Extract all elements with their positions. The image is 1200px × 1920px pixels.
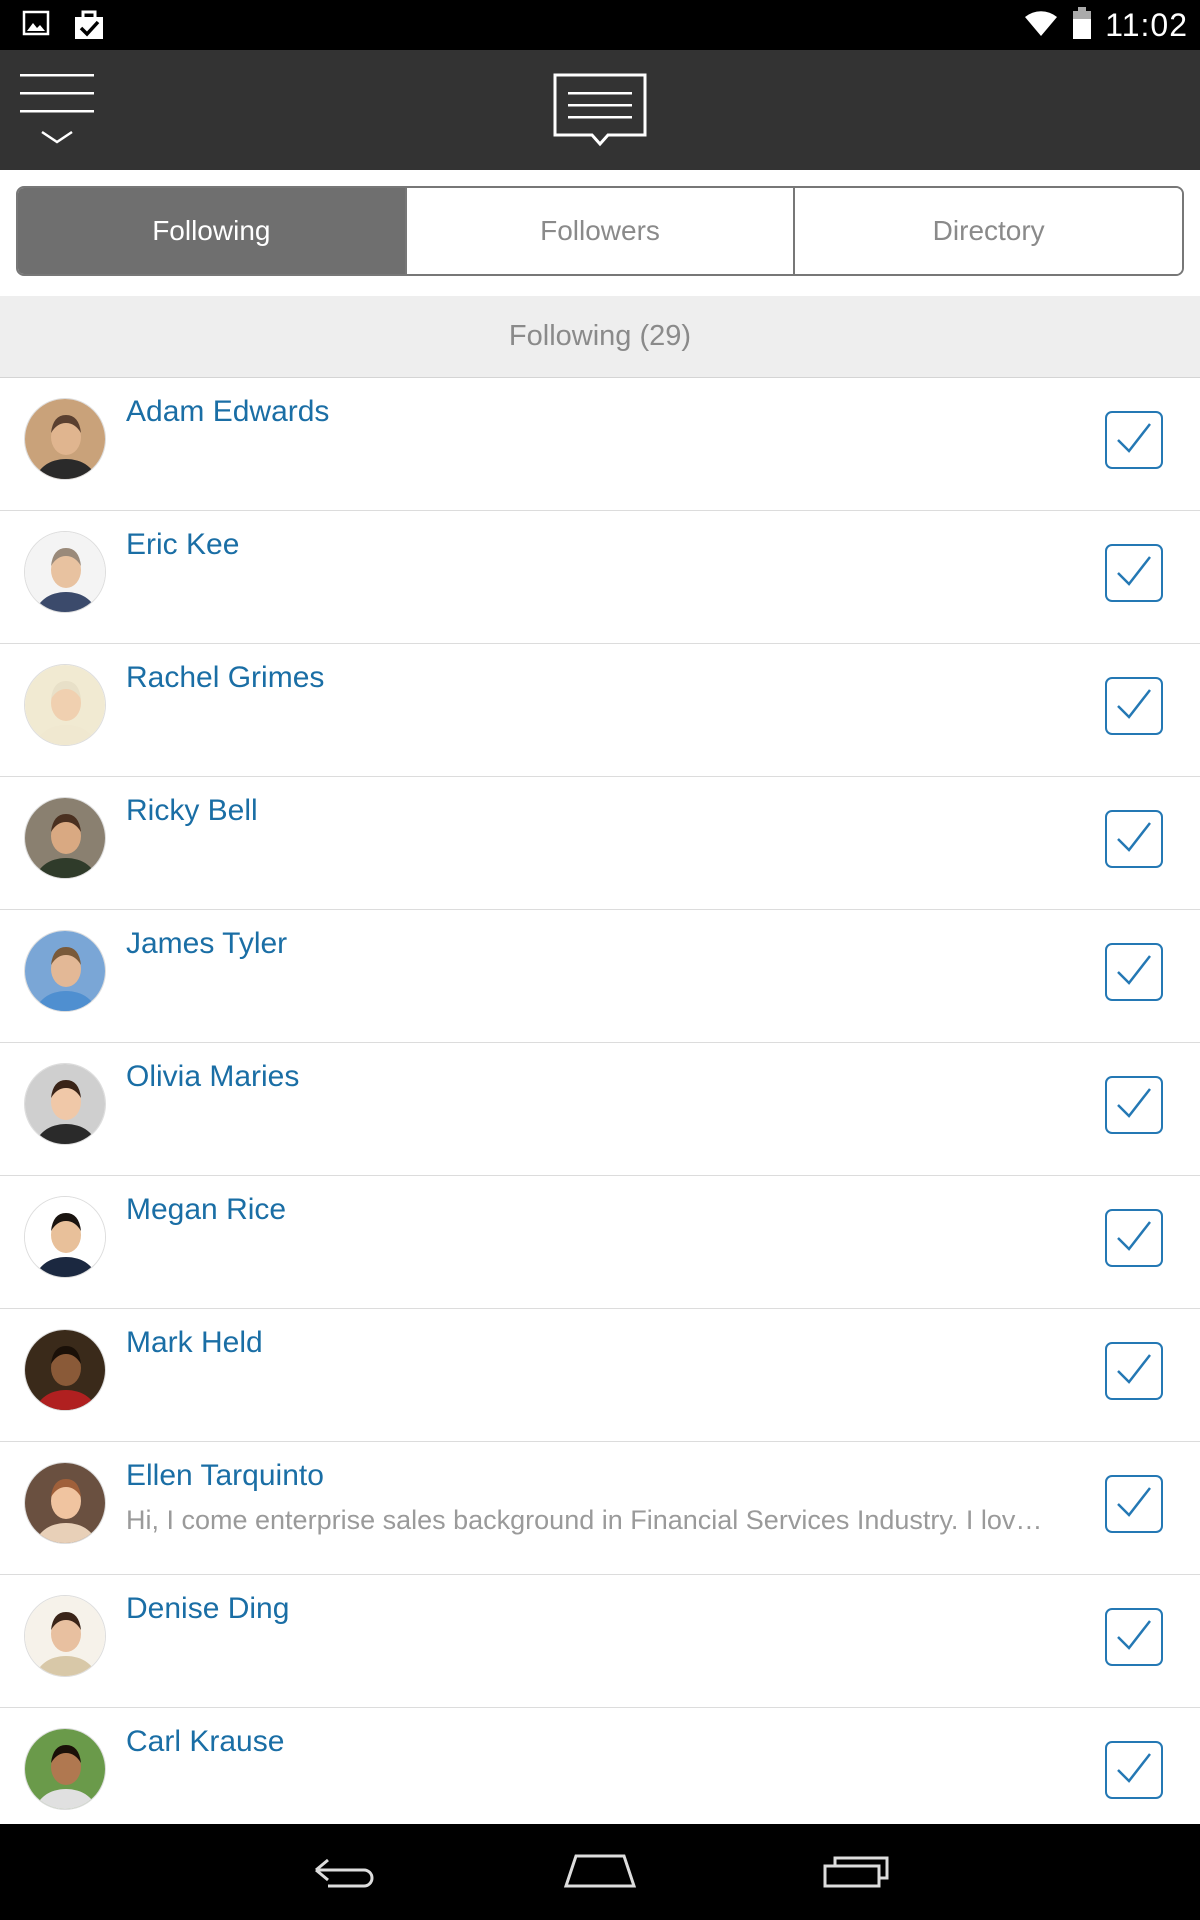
tab-following[interactable]: Following: [18, 188, 407, 274]
avatar[interactable]: [24, 531, 106, 613]
avatar[interactable]: [24, 1595, 106, 1677]
checkmark-icon: [1114, 819, 1154, 860]
follow-checkbox[interactable]: [1105, 1475, 1163, 1533]
follow-checkbox[interactable]: [1105, 810, 1163, 868]
recent-apps-button[interactable]: [812, 1842, 902, 1902]
person-name[interactable]: Eric Kee: [126, 528, 239, 562]
checkmark-icon: [1114, 686, 1154, 727]
list-item[interactable]: Adam Edwards: [0, 378, 1200, 511]
menu-button[interactable]: [18, 70, 96, 152]
follow-checkbox[interactable]: [1105, 411, 1163, 469]
person-name[interactable]: Ricky Bell: [126, 794, 258, 828]
avatar[interactable]: [24, 664, 106, 746]
avatar[interactable]: [24, 1728, 106, 1810]
recent-apps-icon: [821, 1850, 893, 1895]
compose-button[interactable]: [552, 72, 648, 148]
follow-checkbox[interactable]: [1105, 1608, 1163, 1666]
list-item[interactable]: Mark Held: [0, 1309, 1200, 1442]
section-header: Following (29): [0, 296, 1200, 378]
checkmark-icon: [1114, 1218, 1154, 1259]
avatar[interactable]: [24, 398, 106, 480]
segmented-tabs: Following Followers Directory: [16, 186, 1184, 276]
list-item[interactable]: Ellen Tarquinto Hi, I come enterprise sal…: [0, 1442, 1200, 1575]
system-nav-bar: [0, 1824, 1200, 1920]
avatar[interactable]: [24, 1329, 106, 1411]
status-bar: 11:02: [0, 0, 1200, 50]
follow-checkbox[interactable]: [1105, 677, 1163, 735]
back-icon: [308, 1850, 378, 1895]
wifi-icon: [1023, 8, 1059, 43]
battery-icon: [1071, 6, 1093, 45]
checkmark-icon: [1114, 1351, 1154, 1392]
status-time: 11:02: [1105, 7, 1188, 43]
list-item[interactable]: Carl Krause: [0, 1708, 1200, 1841]
person-name[interactable]: Megan Rice: [126, 1193, 286, 1227]
checkmark-icon: [1114, 952, 1154, 993]
list-item[interactable]: Rachel Grimes: [0, 644, 1200, 777]
checkmark-icon: [1114, 553, 1154, 594]
person-name[interactable]: Mark Held: [126, 1326, 263, 1360]
people-list: Adam Edwards Eric Kee Rachel Grimes Ricky B…: [0, 378, 1200, 1841]
follow-checkbox[interactable]: [1105, 544, 1163, 602]
avatar[interactable]: [24, 1196, 106, 1278]
person-name[interactable]: Olivia Maries: [126, 1060, 299, 1094]
menu-icon: [18, 74, 96, 156]
avatar[interactable]: [24, 930, 106, 1012]
person-name[interactable]: Adam Edwards: [126, 395, 329, 429]
person-bio: Hi, I come enterprise sales background i…: [126, 1505, 1043, 1535]
app-bar: [0, 50, 1200, 170]
person-name[interactable]: Denise Ding: [126, 1592, 289, 1626]
list-item[interactable]: Megan Rice: [0, 1176, 1200, 1309]
follow-checkbox[interactable]: [1105, 1741, 1163, 1799]
list-item[interactable]: James Tyler: [0, 910, 1200, 1043]
person-name[interactable]: James Tyler: [126, 927, 287, 961]
avatar[interactable]: [24, 1462, 106, 1544]
tab-directory[interactable]: Directory: [795, 188, 1182, 274]
message-icon: [552, 73, 648, 152]
person-name[interactable]: Rachel Grimes: [126, 661, 324, 695]
checkmark-icon: [1114, 1484, 1154, 1525]
checkmark-icon: [1114, 420, 1154, 461]
home-icon: [562, 1850, 638, 1895]
person-name[interactable]: Ellen Tarquinto: [126, 1459, 324, 1493]
follow-checkbox[interactable]: [1105, 943, 1163, 1001]
checkmark-icon: [1114, 1085, 1154, 1126]
image-icon: [22, 9, 50, 46]
tab-followers[interactable]: Followers: [406, 188, 796, 274]
checkmark-icon: [1114, 1617, 1154, 1658]
list-item[interactable]: Eric Kee: [0, 511, 1200, 644]
person-name[interactable]: Carl Krause: [126, 1725, 284, 1759]
avatar[interactable]: [24, 1063, 106, 1145]
avatar[interactable]: [24, 797, 106, 879]
back-button[interactable]: [298, 1842, 388, 1902]
list-item[interactable]: Olivia Maries: [0, 1043, 1200, 1176]
follow-checkbox[interactable]: [1105, 1076, 1163, 1134]
list-item[interactable]: Denise Ding: [0, 1575, 1200, 1708]
list-item[interactable]: Ricky Bell: [0, 777, 1200, 910]
home-button[interactable]: [555, 1842, 645, 1902]
follow-checkbox[interactable]: [1105, 1342, 1163, 1400]
checkmark-icon: [1114, 1750, 1154, 1791]
clipboard-check-icon: [72, 9, 106, 46]
follow-checkbox[interactable]: [1105, 1209, 1163, 1267]
